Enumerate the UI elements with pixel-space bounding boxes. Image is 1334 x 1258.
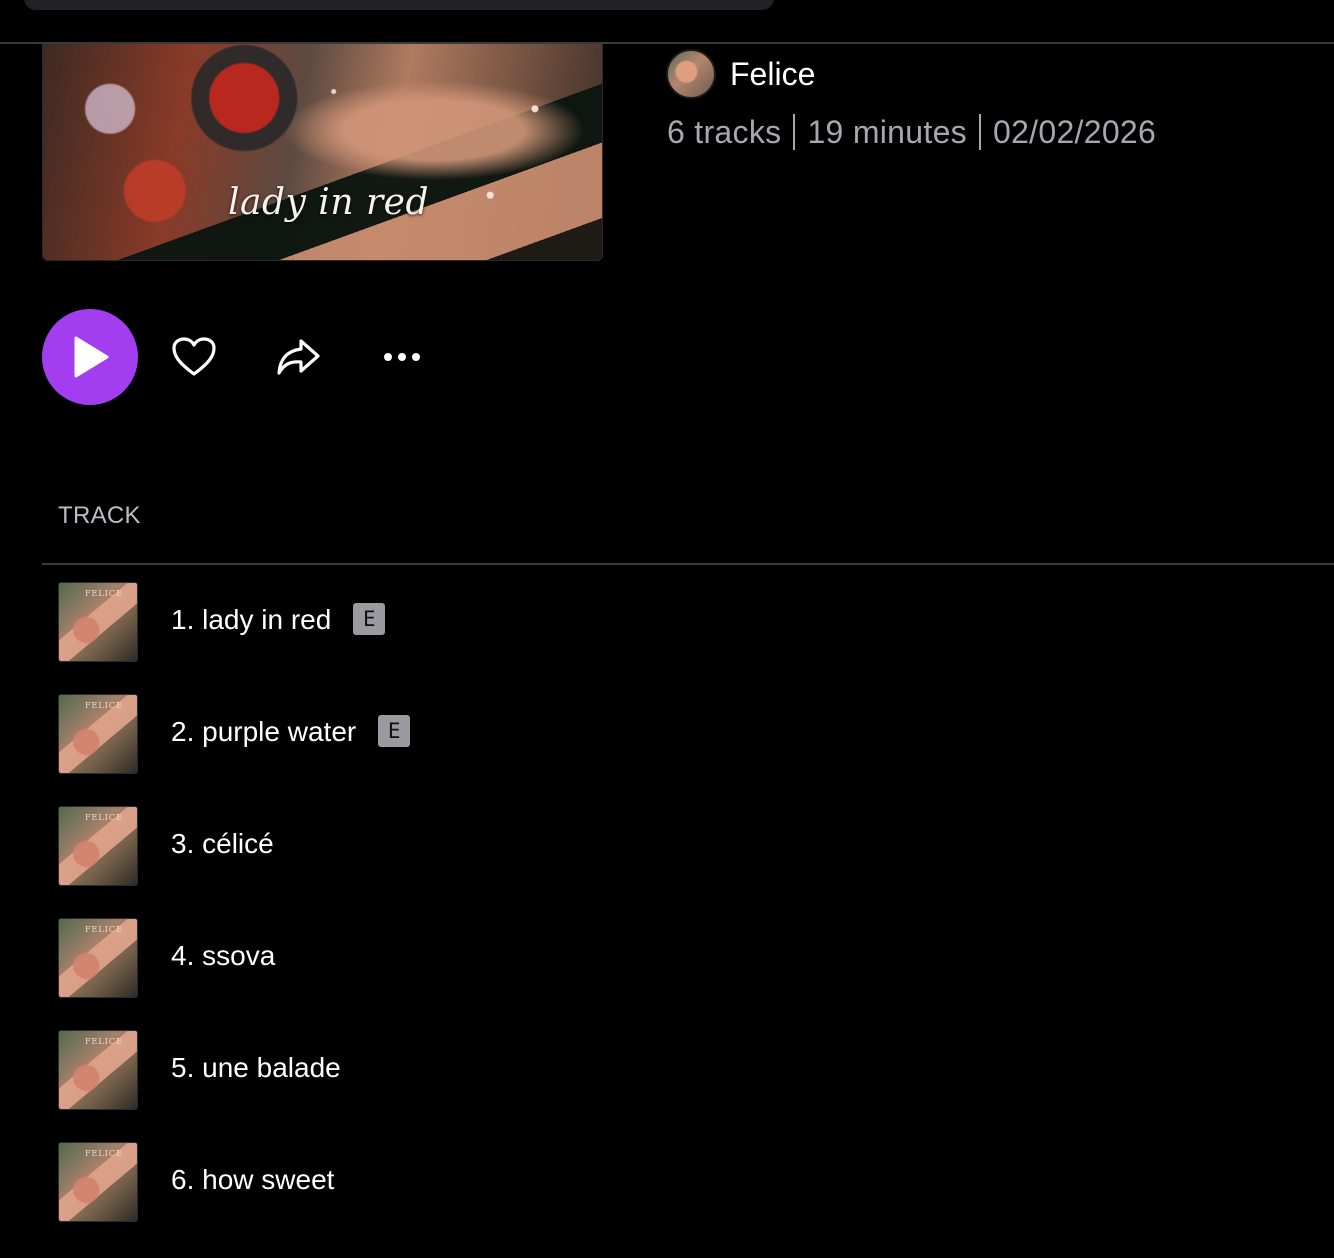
release-date: 02/02/2026 — [992, 114, 1157, 150]
meta-separator — [793, 113, 796, 150]
album-meta: 6 tracks 19 minutes 02/02/2026 — [667, 113, 1157, 153]
track-row[interactable]: FELICE 3. célicé — [58, 806, 1308, 886]
thumbnail-text: FELICE — [85, 589, 123, 598]
thumbnail-text: FELICE — [85, 925, 123, 934]
album-duration: 19 minutes — [807, 114, 967, 150]
thumbnail-text: FELICE — [85, 701, 123, 710]
thumbnail-text: FELICE — [85, 1149, 123, 1158]
explicit-badge: E — [353, 602, 386, 635]
track-column-header: TRACK — [58, 502, 141, 529]
track-thumbnail: FELICE — [58, 1142, 138, 1222]
meta-separator — [978, 113, 981, 150]
track-thumbnail: FELICE — [58, 694, 138, 774]
search-bar[interactable] — [24, 0, 774, 10]
track-thumbnail: FELICE — [58, 1030, 138, 1110]
list-divider — [42, 563, 1334, 565]
share-button[interactable] — [270, 329, 326, 385]
more-icon — [384, 353, 420, 361]
track-title: 4. ssova — [171, 940, 276, 971]
artist-avatar[interactable] — [666, 49, 716, 99]
heart-icon — [172, 337, 216, 376]
track-thumbnail: FELICE — [58, 918, 138, 998]
artist-name[interactable]: Felice — [730, 56, 815, 93]
track-title: 5. une balade — [171, 1052, 341, 1083]
track-title: 1. lady in red — [171, 604, 332, 635]
track-row[interactable]: FELICE 2. purple water E — [58, 694, 1308, 774]
thumbnail-text: FELICE — [85, 1037, 123, 1046]
track-title: 6. how sweet — [171, 1164, 335, 1195]
track-row[interactable]: FELICE 4. ssova — [58, 918, 1308, 998]
thumbnail-text: FELICE — [85, 813, 123, 822]
like-button[interactable] — [166, 329, 222, 385]
track-count: 6 tracks — [667, 114, 782, 150]
track-title: 3. célicé — [171, 828, 274, 859]
share-icon — [277, 339, 320, 375]
track-thumbnail: FELICE — [58, 806, 138, 886]
track-row[interactable]: FELICE 1. lady in red E — [58, 582, 1308, 662]
play-icon — [74, 336, 109, 378]
album-cover: lady in red — [42, 44, 603, 261]
play-button[interactable] — [42, 309, 138, 405]
track-row[interactable]: FELICE 5. une balade — [58, 1030, 1308, 1110]
track-thumbnail: FELICE — [58, 582, 138, 662]
album-cover-title: lady in red — [228, 182, 430, 223]
track-title: 2. purple water — [171, 716, 357, 747]
track-row[interactable]: FELICE 6. how sweet — [58, 1142, 1308, 1222]
explicit-badge: E — [378, 714, 411, 747]
more-options-button[interactable] — [374, 329, 430, 385]
